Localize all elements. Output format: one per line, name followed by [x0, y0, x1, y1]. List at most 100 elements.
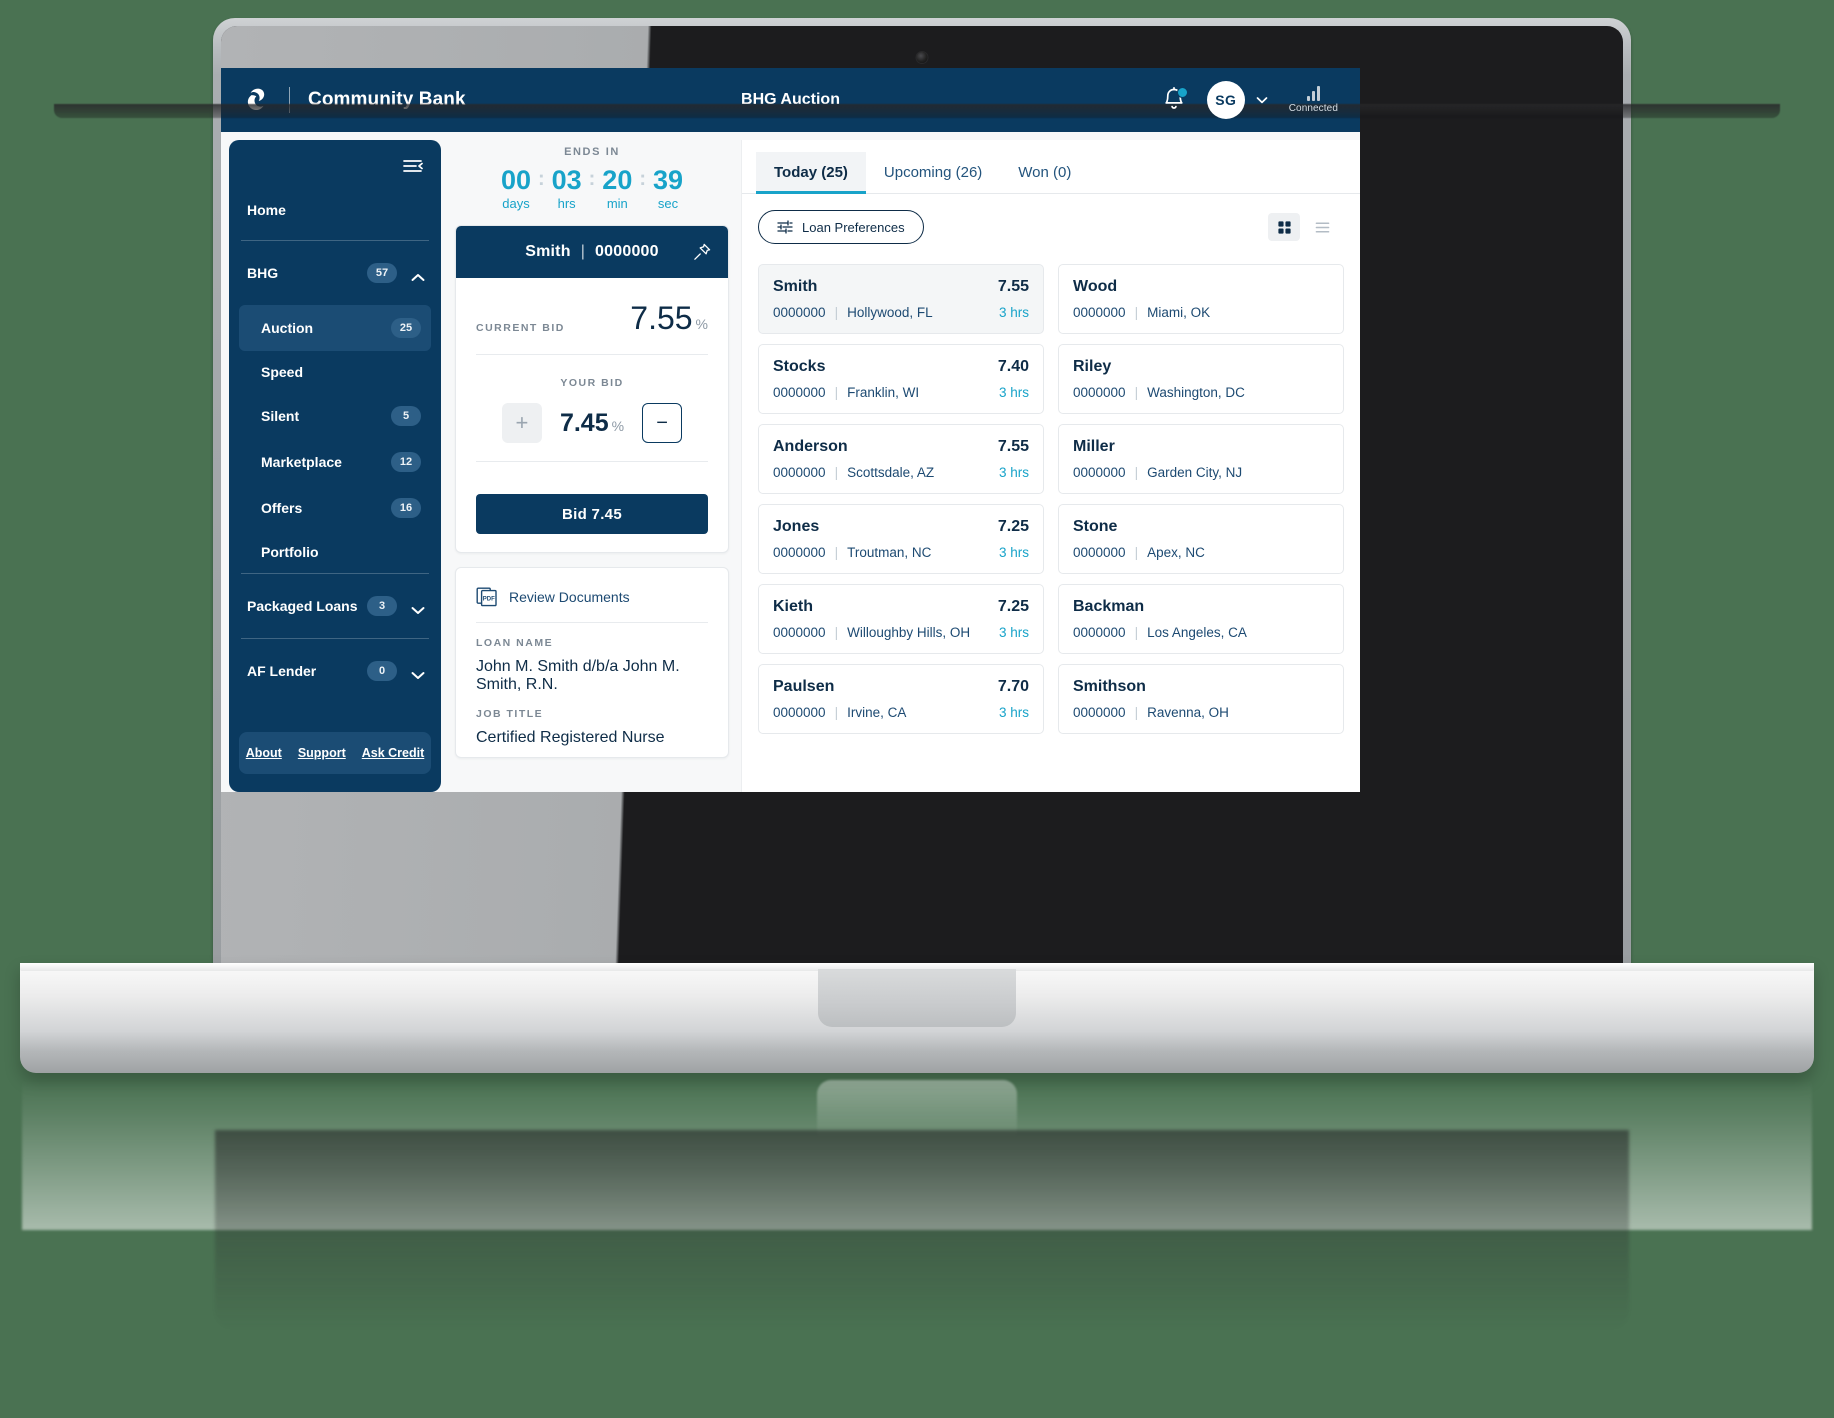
- sidebar-item-speed[interactable]: Speed: [239, 351, 431, 393]
- sidebar-item-home[interactable]: Home: [229, 174, 441, 240]
- countdown-hours-value: 03: [551, 165, 582, 195]
- sidebar-item-label: Auction: [261, 320, 314, 336]
- loan-card[interactable]: Stone 0000000 | Apex, NC: [1058, 504, 1344, 574]
- loan-id: 0000000: [773, 305, 826, 320]
- loan-divider: |: [834, 305, 839, 320]
- loan-id: 0000000: [1073, 545, 1126, 560]
- webcam-icon: [916, 52, 928, 63]
- loan-card[interactable]: Riley 0000000 | Washington, DC: [1058, 344, 1344, 414]
- tab-today[interactable]: Today (25): [756, 152, 866, 194]
- plus-icon[interactable]: +: [501, 403, 542, 444]
- loan-card[interactable]: Smith 7.55 0000000 | Hollywood, FL 3 hrs: [758, 264, 1044, 334]
- sidebar-group-badge: 0: [367, 661, 397, 681]
- loan-id: 0000000: [1073, 305, 1126, 320]
- loan-divider: |: [834, 705, 839, 720]
- bid-borrower-name: Smith: [525, 243, 571, 261]
- loan-divider: |: [1134, 705, 1139, 720]
- list-toolbar: Loan Preferences: [742, 194, 1360, 258]
- sidebar: Home BHG 57 Auction 25 Speed Silent 5 Ma…: [229, 140, 441, 792]
- laptop-base-notch: [818, 969, 1016, 1027]
- countdown-seconds-label: sec: [657, 196, 679, 212]
- collapse-sidebar-icon[interactable]: [403, 158, 423, 174]
- loan-divider: |: [1134, 465, 1139, 480]
- chevron-up-icon[interactable]: [411, 269, 425, 281]
- loan-time-remaining: 3 hrs: [998, 545, 1029, 560]
- sidebar-group-label: AF Lender: [247, 663, 317, 679]
- loan-card[interactable]: Anderson 7.55 0000000 | Scottsdale, AZ 3 hrs: [758, 424, 1044, 494]
- loan-time-remaining: 3 hrs: [998, 305, 1029, 320]
- sidebar-item-marketplace[interactable]: Marketplace 12: [239, 439, 431, 485]
- loan-time-remaining: 3 hrs: [998, 465, 1029, 480]
- current-bid-label: CURRENT BID: [476, 322, 565, 335]
- bid-card: Smith | 0000000 CURRENT BID 7.55 % YOUR …: [455, 225, 729, 554]
- loan-location: Washington, DC: [1147, 385, 1245, 400]
- sidebar-item-badge: 5: [391, 406, 421, 426]
- loan-card[interactable]: Jones 7.25 0000000 | Troutman, NC 3 hrs: [758, 504, 1044, 574]
- field-label: LOAN NAME: [476, 637, 554, 650]
- loan-rate: 7.25: [997, 518, 1029, 535]
- app-body: Home BHG 57 Auction 25 Speed Silent 5 Ma…: [221, 132, 1360, 792]
- loan-card[interactable]: Backman 0000000 | Los Angeles, CA: [1058, 584, 1344, 654]
- sidebar-item-label: Marketplace: [261, 454, 342, 470]
- sidebar-item-silent[interactable]: Silent 5: [239, 393, 431, 439]
- countdown-separator: :: [639, 168, 646, 190]
- loan-name: Stone: [1073, 518, 1118, 535]
- your-bid-value: 7.45: [559, 408, 609, 437]
- pin-icon[interactable]: [692, 242, 712, 262]
- minus-icon[interactable]: −: [642, 403, 683, 444]
- grid-view-icon[interactable]: [1268, 213, 1300, 241]
- loan-id: 0000000: [773, 545, 826, 560]
- bid-button[interactable]: Bid 7.45: [476, 494, 708, 535]
- loan-preferences-button[interactable]: Loan Preferences: [758, 210, 924, 244]
- loan-card[interactable]: Miller 0000000 | Garden City, NJ: [1058, 424, 1344, 494]
- sidebar-item-portfolio[interactable]: Portfolio: [239, 531, 431, 573]
- footer-link-support[interactable]: Support: [298, 746, 346, 760]
- auction-detail-column: ENDS IN 00 days : 03 hrs : 20 min: 39 s…: [441, 132, 741, 792]
- percent-sign: %: [695, 316, 708, 333]
- footer-link-ask-credit[interactable]: Ask Credit: [362, 746, 425, 760]
- loan-location: Troutman, NC: [847, 545, 932, 560]
- loan-preferences-label: Loan Preferences: [802, 219, 905, 235]
- list-view-icon[interactable]: [1306, 213, 1338, 241]
- review-documents-row[interactable]: PDF Review Documents: [476, 586, 708, 622]
- loan-location: Scottsdale, AZ: [847, 465, 935, 480]
- loan-location: Willoughby Hills, OH: [847, 625, 971, 640]
- loan-card[interactable]: Kieth 7.25 0000000 | Willoughby Hills, OH 3 …: [758, 584, 1044, 654]
- loan-id: 0000000: [773, 625, 826, 640]
- loan-name: Miller: [1073, 438, 1115, 455]
- loan-location: Franklin, WI: [847, 385, 920, 400]
- tab-upcoming[interactable]: Upcoming (26): [866, 152, 1000, 193]
- loan-time-remaining: 3 hrs: [998, 385, 1029, 400]
- loan-divider: |: [834, 625, 839, 640]
- loan-card[interactable]: Smithson 0000000 | Ravenna, OH: [1058, 664, 1344, 734]
- countdown-separator: :: [588, 168, 596, 190]
- countdown-days-label: days: [502, 196, 530, 212]
- sidebar-group-packaged-loans[interactable]: Packaged Loans 3: [229, 574, 441, 638]
- tab-won[interactable]: Won (0): [1000, 152, 1089, 193]
- sidebar-group-af-lender[interactable]: AF Lender 0: [229, 639, 441, 703]
- footer-link-about[interactable]: About: [246, 746, 282, 760]
- loan-name: Jones: [773, 518, 820, 535]
- loan-card[interactable]: Wood 0000000 | Miami, OK: [1058, 264, 1344, 334]
- loan-location: Hollywood, FL: [847, 305, 933, 320]
- loan-rate: 7.25: [997, 598, 1029, 615]
- sidebar-group-label: Packaged Loans: [247, 598, 358, 614]
- countdown-seconds: 39 sec: [646, 166, 690, 212]
- notification-bell-icon[interactable]: [1161, 86, 1188, 114]
- loan-rate: 7.55: [997, 438, 1029, 455]
- avatar[interactable]: SG: [1206, 81, 1245, 119]
- chevron-down-icon[interactable]: [1255, 93, 1269, 107]
- loan-card[interactable]: Stocks 7.40 0000000 | Franklin, WI 3 hrs: [758, 344, 1044, 414]
- chevron-down-icon[interactable]: [411, 667, 425, 679]
- field-value: John M. Smith d/b/a John M. Smith, R.N.: [476, 658, 680, 694]
- field-job-title: JOB TITLE Certified Registered Nurse: [476, 694, 708, 747]
- sidebar-group-bhg[interactable]: BHG 57: [229, 241, 441, 305]
- loan-card[interactable]: Paulsen 7.70 0000000 | Irvine, CA 3 hrs: [758, 664, 1044, 734]
- loan-divider: |: [834, 385, 839, 400]
- laptop-base: [20, 963, 1814, 1073]
- chevron-down-icon[interactable]: [411, 602, 425, 614]
- loan-name: Kieth: [773, 598, 813, 615]
- sidebar-item-offers[interactable]: Offers 16: [239, 485, 431, 531]
- sidebar-item-auction[interactable]: Auction 25: [239, 305, 431, 351]
- sidebar-item-label: Portfolio: [261, 544, 319, 560]
